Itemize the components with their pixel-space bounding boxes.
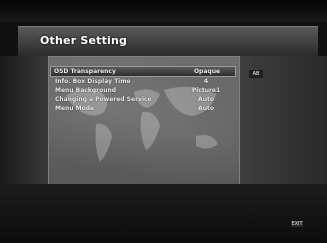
tv-menu-screen: Other Setting OSD Transparency Opaque In… xyxy=(0,0,327,243)
menu-item-label: Changing a Powered Service xyxy=(55,96,152,103)
menu-item-value: 4 xyxy=(203,78,209,85)
left-strip xyxy=(0,56,48,184)
menu-item-value: Auto xyxy=(198,96,214,103)
language-tag: AB xyxy=(249,70,263,78)
exit-button-icon[interactable]: EXIT xyxy=(291,221,303,227)
menu-item-label: OSD Transparency xyxy=(54,68,116,75)
menu-item-menu-mode[interactable]: Menu Mode Auto xyxy=(52,104,234,113)
top-band xyxy=(0,0,327,22)
menu-item-value: Picture1 xyxy=(191,87,221,94)
menu-item-menu-background[interactable]: Menu Background Picture1 xyxy=(52,86,234,95)
menu-item-changing-powered-service[interactable]: Changing a Powered Service Auto xyxy=(52,95,234,104)
bottom-band xyxy=(0,184,327,243)
menu-item-value: Opaque xyxy=(193,68,221,75)
menu-item-label: Menu Background xyxy=(55,87,117,94)
menu-item-osd-transparency[interactable]: OSD Transparency Opaque xyxy=(50,66,236,77)
menu-item-info-box-display-time[interactable]: Info. Box Display Time 4 xyxy=(52,77,234,86)
settings-menu: OSD Transparency Opaque Info. Box Displa… xyxy=(50,66,236,113)
menu-item-label: Info. Box Display Time xyxy=(55,78,131,85)
page-title: Other Setting xyxy=(40,34,128,47)
menu-item-label: Menu Mode xyxy=(55,105,95,112)
menu-item-value: Auto xyxy=(198,105,214,112)
